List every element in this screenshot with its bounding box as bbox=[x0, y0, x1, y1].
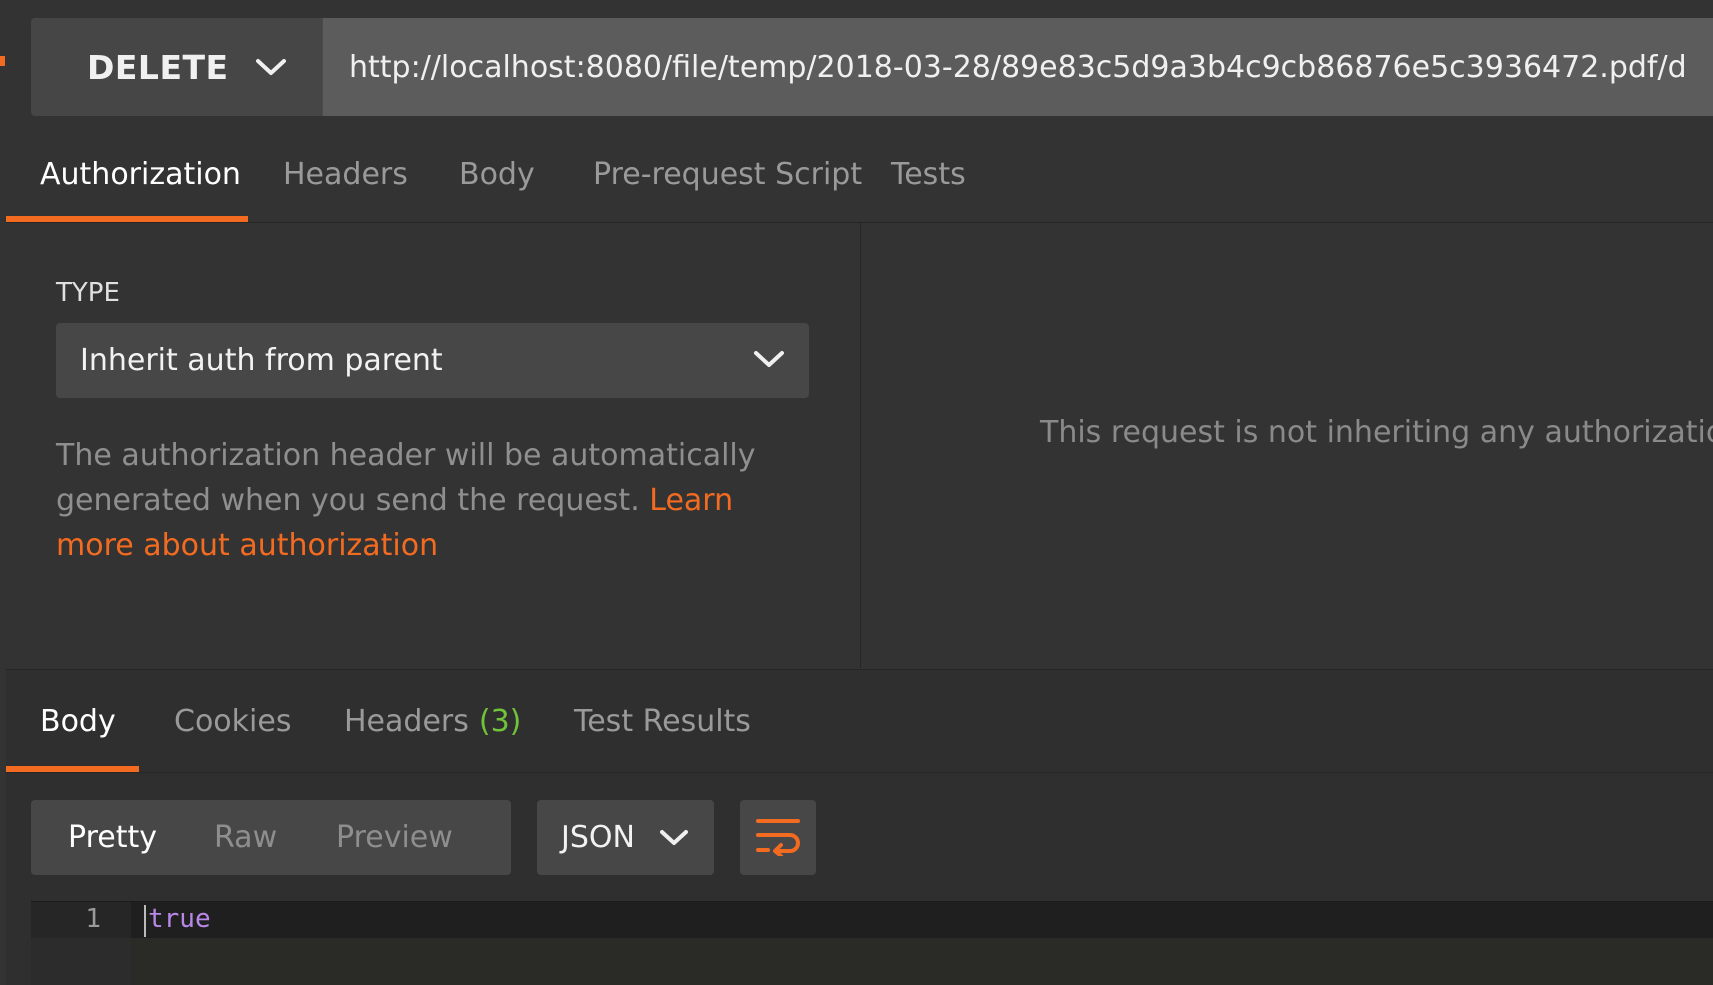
method-select[interactable]: DELETE bbox=[31, 18, 322, 116]
tab-authorization[interactable]: Authorization bbox=[40, 126, 241, 222]
tab-test-results[interactable]: Test Results bbox=[574, 670, 751, 772]
view-mode-toggle: Pretty Raw Preview bbox=[31, 800, 511, 875]
active-tab-indicator bbox=[6, 766, 139, 772]
code-area-background bbox=[131, 938, 1713, 985]
view-preview-button[interactable]: Preview bbox=[336, 820, 453, 855]
line-gutter: 1 bbox=[31, 902, 131, 985]
tab-label: Authorization bbox=[40, 156, 241, 192]
auth-type-label: TYPE bbox=[56, 278, 120, 308]
chevron-down-icon bbox=[659, 828, 689, 848]
format-select[interactable]: JSON bbox=[537, 800, 714, 875]
auth-help-text: The authorization header will be automat… bbox=[56, 433, 816, 568]
tab-label: Body bbox=[459, 156, 535, 192]
method-label: DELETE bbox=[87, 47, 229, 87]
text-cursor bbox=[144, 905, 146, 937]
tab-label: Body bbox=[40, 703, 116, 739]
tab-label: Tests bbox=[891, 156, 966, 192]
wrap-lines-button[interactable] bbox=[740, 800, 816, 875]
format-value: JSON bbox=[561, 820, 635, 855]
tab-label: Cookies bbox=[174, 703, 292, 739]
tab-label: Headers bbox=[344, 703, 469, 739]
response-panel: Body Cookies Headers (3) Test Results Pr… bbox=[6, 669, 1713, 985]
wrap-lines-icon bbox=[756, 816, 800, 860]
tab-pre-request-script[interactable]: Pre-request Script bbox=[593, 126, 862, 222]
chevron-down-icon bbox=[753, 349, 785, 373]
auth-inheritance-message: This request is not inheriting any autho… bbox=[1040, 415, 1713, 450]
auth-type-value: Inherit auth from parent bbox=[80, 343, 443, 378]
headers-count-badge: (3) bbox=[478, 703, 522, 739]
auth-settings-panel: TYPE Inherit auth from parent The author… bbox=[6, 223, 861, 668]
tab-label: Headers bbox=[283, 156, 408, 192]
auth-type-select[interactable]: Inherit auth from parent bbox=[56, 323, 809, 398]
active-tab-indicator bbox=[6, 216, 248, 222]
response-body-content: true bbox=[148, 904, 211, 934]
view-raw-button[interactable]: Raw bbox=[214, 820, 277, 855]
postman-request-window: DELETE Authorization Headers Body Pre-re… bbox=[0, 0, 1713, 985]
request-tabs: Authorization Headers Body Pre-request S… bbox=[6, 126, 1713, 223]
tab-response-headers[interactable]: Headers (3) bbox=[344, 670, 521, 772]
response-body-editor[interactable]: 1 true bbox=[31, 901, 1713, 985]
tab-response-body[interactable]: Body bbox=[40, 670, 116, 772]
tab-headers[interactable]: Headers bbox=[283, 126, 408, 222]
tab-label: Test Results bbox=[574, 703, 751, 739]
active-code-line bbox=[131, 902, 1713, 938]
tab-cookies[interactable]: Cookies bbox=[174, 670, 291, 772]
tab-body[interactable]: Body bbox=[459, 126, 535, 222]
chevron-down-icon bbox=[255, 57, 287, 77]
line-number: 1 bbox=[85, 904, 101, 934]
tab-tests[interactable]: Tests bbox=[891, 126, 966, 222]
sidebar-accent-marker bbox=[0, 56, 5, 66]
response-tabs: Body Cookies Headers (3) Test Results bbox=[6, 670, 1713, 773]
tab-label: Pre-request Script bbox=[593, 156, 863, 192]
url-input[interactable] bbox=[322, 18, 1713, 116]
view-pretty-button[interactable]: Pretty bbox=[68, 820, 157, 855]
